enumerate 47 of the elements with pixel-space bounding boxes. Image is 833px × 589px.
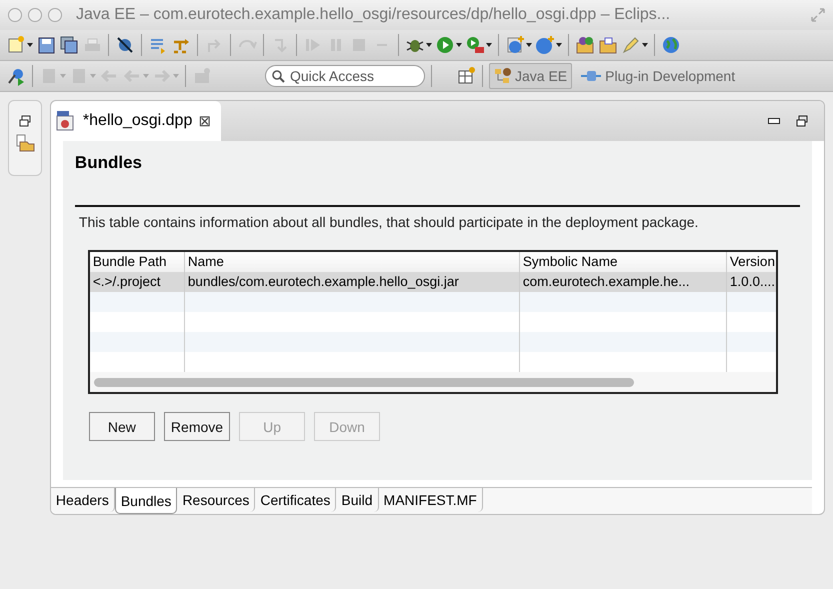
restore-icon[interactable] [796, 115, 808, 127]
scrollbar-thumb[interactable] [94, 378, 634, 386]
action-button[interactable]: New [88, 412, 155, 441]
caret-icon[interactable] [486, 43, 492, 47]
restore-icon[interactable] [18, 115, 31, 127]
wizard-icon[interactable] [6, 66, 26, 86]
table-cell-text: <.>/.project [92, 273, 162, 291]
run-icon[interactable] [435, 35, 455, 55]
minimize-button[interactable] [28, 8, 42, 22]
quick-access-field[interactable]: Quick Access [265, 65, 425, 87]
open-perspective-icon[interactable] [456, 66, 476, 86]
caret-icon[interactable] [456, 43, 462, 47]
page-tab[interactable]: Resources [177, 488, 256, 512]
page-tab[interactable]: Bundles [114, 488, 178, 514]
folder-icon[interactable] [575, 35, 595, 55]
perspective-button[interactable]: Java EE [489, 63, 572, 89]
minimize-icon[interactable] [768, 118, 780, 124]
breakpoint-icon[interactable] [115, 35, 135, 55]
save-all-icon[interactable] [59, 35, 79, 55]
new-file-icon[interactable] [6, 35, 26, 55]
close-tab-button[interactable]: ⊠ [198, 112, 212, 130]
perspective-button[interactable]: Plug-in Development [575, 63, 740, 89]
run-tool-icon[interactable] [465, 35, 485, 55]
action-button[interactable]: Remove [164, 412, 230, 441]
folder-icon[interactable] [14, 133, 35, 153]
zoom-button[interactable] [48, 8, 62, 22]
save-icon[interactable] [36, 35, 56, 55]
caret-icon[interactable] [27, 43, 33, 47]
window-title: Java EE – com.eurotech.example.hello_osgi/resources/dp/hello_osgi.dpp – Eclips... [76, 6, 672, 24]
editor-tab-title: *hello_osgi.dpp [82, 112, 192, 130]
section-description: This table contains information about all bundles, that should participate in the deployment package. [78, 213, 700, 232]
fullscreen-icon[interactable] [811, 8, 825, 22]
editor-tab[interactable]: *hello_osgi.dpp ⊠ [50, 101, 222, 141]
column-header[interactable]: Bundle Path [90, 252, 184, 272]
caret-icon[interactable] [556, 43, 562, 47]
caret-icon[interactable] [642, 43, 648, 47]
close-button[interactable] [8, 8, 22, 22]
java-ee-icon [494, 67, 512, 85]
plug-icon [580, 69, 602, 83]
table-row[interactable]: <.>/.project bundles/com.eurotech.example.hello_osgi.jar com.eurotech.example.he... 1.0.0.... [90, 272, 776, 292]
section-title: Bundles [74, 153, 143, 173]
caret-icon[interactable] [426, 43, 432, 47]
page-tab[interactable]: MANIFEST.MF [378, 488, 483, 512]
caret-icon[interactable] [526, 43, 532, 47]
page-tab[interactable]: Build [336, 488, 379, 512]
page-tab[interactable]: Certificates [255, 488, 336, 512]
folder-icon[interactable] [598, 35, 618, 55]
